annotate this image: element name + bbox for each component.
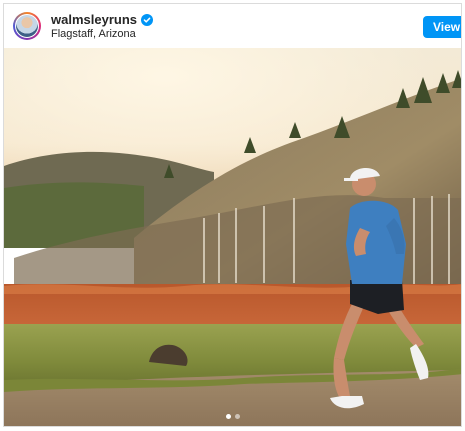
profile-avatar-ring[interactable] (13, 12, 41, 40)
post-header: walmsleyruns Flagstaff, Arizona View P (4, 4, 461, 48)
avatar[interactable] (15, 14, 39, 38)
username-link[interactable]: walmsleyruns (51, 12, 137, 27)
carousel-indicator (4, 414, 461, 419)
verified-badge-icon (141, 13, 153, 26)
carousel-dot (234, 414, 240, 419)
location-link[interactable]: Flagstaff, Arizona (51, 28, 136, 40)
post-card: walmsleyruns Flagstaff, Arizona View P (3, 3, 462, 427)
view-profile-button[interactable]: View P (423, 16, 461, 38)
username-row: walmsleyruns (51, 12, 153, 27)
carousel-dot-active (225, 414, 231, 419)
photo-scene (4, 48, 461, 426)
post-photo[interactable] (4, 48, 461, 426)
